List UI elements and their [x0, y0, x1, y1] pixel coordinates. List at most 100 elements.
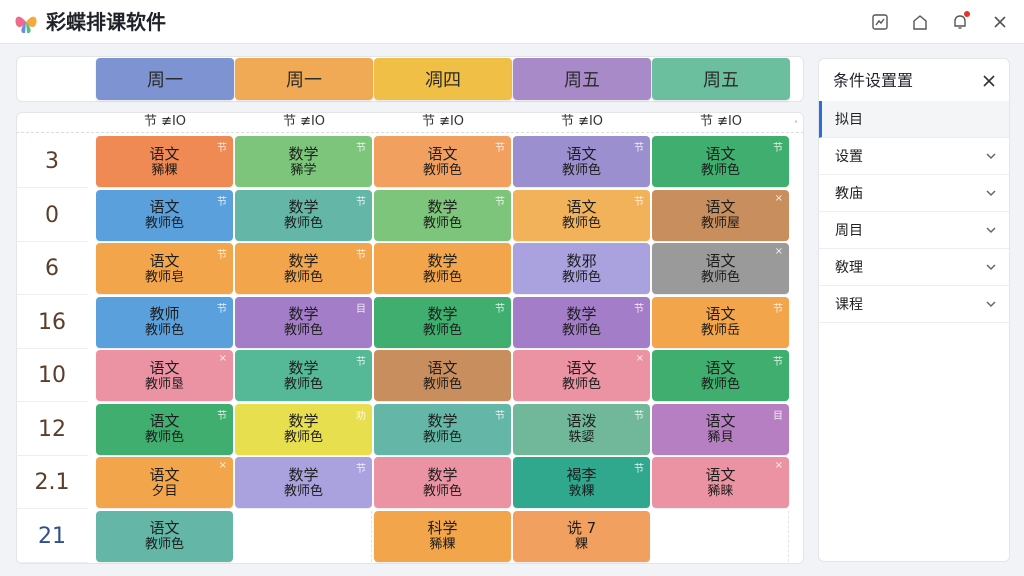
side-item-6[interactable]: 课程	[819, 286, 1009, 323]
lesson-teacher: 豨粿	[151, 162, 178, 178]
lesson-cell[interactable]: 语文 教师皂 节	[96, 243, 233, 294]
lesson-cell[interactable]: 数学 教师色 节	[235, 457, 372, 508]
lesson-subject: 数学	[566, 305, 597, 323]
period-sub-header-4: 节 ≢ΙΟ	[560, 114, 604, 129]
lesson-cell[interactable]: 语文 教师色 节	[513, 189, 650, 241]
lesson-tag: 目	[773, 410, 783, 422]
lesson-cell[interactable]: 数学 教师色 节	[374, 189, 511, 241]
lesson-cell[interactable]: 褐李 敦粿 节	[513, 457, 650, 508]
lesson-tag: 节	[495, 410, 505, 422]
lesson-cell[interactable]: 数学 教师色 节	[235, 189, 372, 241]
title-bar: 彩蝶排课软件	[0, 0, 1024, 44]
period-number: 21	[16, 511, 88, 563]
lesson-cell[interactable]: 语文 教师色 节	[652, 350, 789, 401]
lesson-cell[interactable]: 语文 豨粿 节	[96, 136, 233, 187]
lesson-tag: 节	[495, 143, 505, 154]
side-item-1[interactable]: 拟目	[819, 101, 1009, 138]
lesson-tag: 节	[356, 357, 366, 368]
lesson-cell[interactable]: 语文 教师色 节	[96, 189, 233, 241]
lesson-cell[interactable]: 数学 教师色	[374, 243, 511, 294]
day-header-2[interactable]: 周一	[235, 58, 373, 100]
lesson-cell[interactable]: 语文 教师色 ×	[513, 350, 650, 401]
chevron-down-icon[interactable]	[983, 185, 999, 201]
bell-icon[interactable]	[948, 10, 972, 34]
lesson-cell[interactable]: 数学 豨学 节	[235, 136, 372, 187]
lesson-cell[interactable]: 语文 教师色 ×	[652, 243, 789, 294]
lesson-cell[interactable]: 语文 教师色 节	[96, 403, 233, 455]
lesson-cell[interactable]: 科学 豨粿	[374, 510, 511, 562]
lesson-cell[interactable]: 诜 7粿	[513, 510, 650, 562]
empty-slot[interactable]	[235, 510, 372, 562]
side-item-3[interactable]: 教庙	[819, 175, 1009, 212]
lesson-tag: 劝	[356, 410, 366, 422]
lesson-cell[interactable]: 语文 豨貝 目	[652, 403, 789, 455]
lesson-teacher: 豨貝	[707, 430, 734, 445]
period-number: 2.1	[16, 457, 88, 509]
lesson-subject: 语文	[705, 412, 736, 430]
app-title: 彩蝶排课软件	[46, 10, 166, 34]
lesson-cell[interactable]: 语文 教师色	[96, 510, 233, 562]
lesson-subject: 语文	[149, 198, 180, 216]
side-item-2[interactable]: 设置	[819, 138, 1009, 175]
lesson-cell[interactable]: 语泼 轶媭 节	[513, 403, 650, 455]
lesson-subject: 语文	[566, 198, 597, 216]
lesson-subject: 诜 7	[566, 519, 597, 537]
lesson-subject: 数学	[427, 305, 458, 323]
lesson-cell[interactable]: 数学 教师色 目	[235, 296, 372, 348]
chevron-down-icon[interactable]	[983, 222, 999, 238]
side-item-5[interactable]: 敎理	[819, 249, 1009, 286]
day-header-1[interactable]: 周一	[96, 58, 234, 100]
lesson-cell[interactable]: 语文 教师色 节	[513, 136, 650, 187]
lesson-cell[interactable]: 语文 教师屋 ×	[652, 189, 789, 241]
lesson-teacher: 教师色	[283, 269, 323, 285]
lesson-cell[interactable]: 数学 教师色 节	[235, 243, 372, 294]
lesson-subject: 数学	[288, 251, 319, 270]
lesson-cell[interactable]: 语文 教师岳 节	[652, 296, 789, 348]
side-item-label: 设置	[835, 149, 863, 165]
lesson-subject: 数学	[288, 198, 319, 216]
vertical-scrollbar[interactable]: ˄	[792, 120, 800, 560]
lesson-subject: 数学	[288, 358, 319, 377]
lesson-cell[interactable]: 数学 教师色 节	[513, 296, 650, 348]
chevron-down-icon[interactable]	[983, 296, 999, 312]
lesson-cell[interactable]: 数学 教师色 节	[374, 296, 511, 348]
lesson-cell[interactable]: 教师 教师色 节	[96, 296, 233, 348]
chart-icon[interactable]	[868, 10, 892, 34]
empty-slot[interactable]	[652, 510, 789, 562]
chevron-down-icon[interactable]	[983, 259, 999, 275]
lesson-subject: 语文	[149, 465, 180, 484]
lesson-subject: 数学	[288, 144, 319, 163]
lesson-subject: 语文	[705, 144, 736, 163]
lesson-teacher: 教师色	[700, 162, 740, 178]
lesson-subject: 语文	[149, 519, 180, 537]
lesson-cell[interactable]: 语文 教师色 节	[374, 136, 511, 187]
lesson-cell[interactable]: 数学 教师色	[374, 457, 511, 508]
scroll-up-arrow-icon[interactable]: ˄	[792, 120, 800, 130]
lesson-teacher: 轶媭	[568, 430, 595, 445]
lesson-cell[interactable]: 语文 豨睐 ×	[652, 457, 789, 508]
day-header-4[interactable]: 周五	[513, 58, 651, 100]
chevron-down-icon[interactable]	[983, 148, 999, 164]
day-header-5[interactable]: 周五	[652, 58, 790, 100]
lesson-teacher: 教师垦	[144, 376, 184, 392]
side-panel-close-icon[interactable]	[979, 71, 999, 91]
lesson-teacher: 粿	[574, 537, 588, 552]
home-icon[interactable]	[908, 10, 932, 34]
lesson-cell[interactable]: 语文 教师垦 ×	[96, 350, 233, 401]
lesson-cell[interactable]: 语文 夕目 ×	[96, 457, 233, 508]
lesson-cell[interactable]: 语文 教师色	[374, 350, 511, 401]
side-item-4[interactable]: 周目	[819, 212, 1009, 249]
close-icon[interactable]	[988, 10, 1012, 34]
lesson-cell[interactable]: 语文 教师色 节	[652, 136, 789, 187]
lesson-teacher: 教师色	[561, 162, 601, 178]
lesson-teacher: 教师色	[422, 376, 462, 392]
lesson-cell[interactable]: 数邪 教师色	[513, 243, 650, 294]
side-panel-title: 条件设置置	[833, 71, 914, 90]
lesson-cell[interactable]: 数学 教师色 劝	[235, 403, 372, 455]
lesson-tag: 节	[356, 250, 366, 261]
lesson-cell[interactable]: 数学 教师色 节	[374, 403, 511, 455]
lesson-subject: 褐李	[566, 465, 597, 484]
side-item-label: 课程	[835, 297, 863, 313]
day-header-3[interactable]: 凋四	[374, 58, 512, 100]
lesson-cell[interactable]: 数学 教师色 节	[235, 350, 372, 401]
